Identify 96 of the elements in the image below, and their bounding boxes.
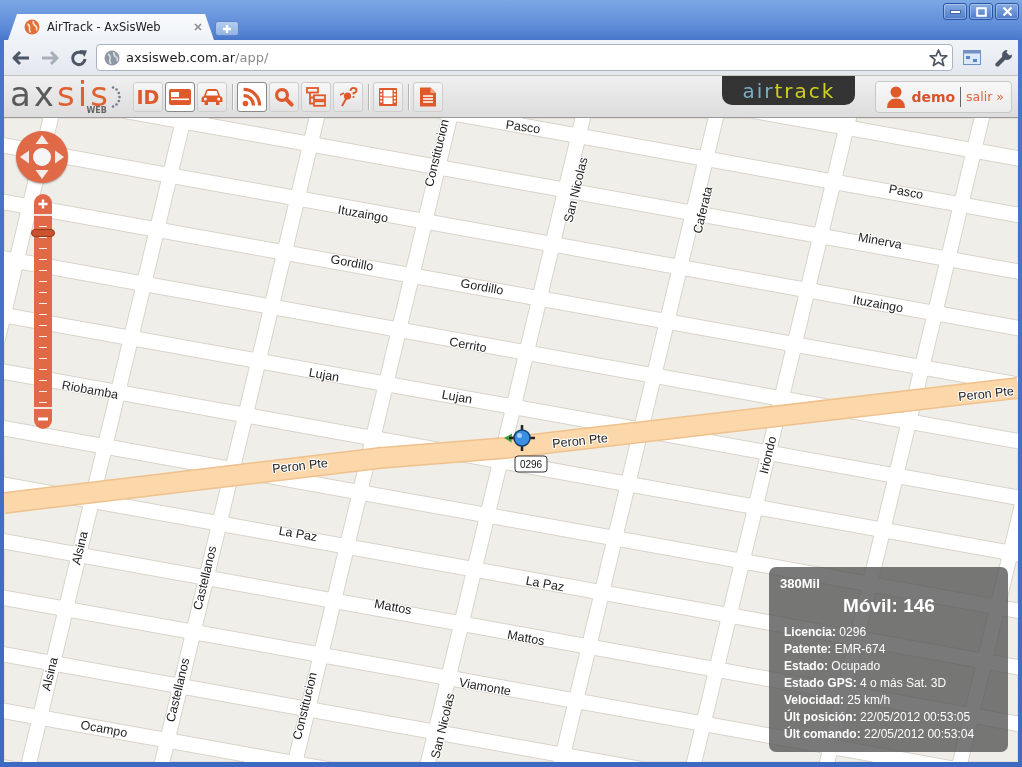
arrow-right-icon[interactable] [55, 150, 64, 164]
tree-button[interactable] [300, 81, 331, 112]
detail-row-text: Últ comando: 22/05/2012 00:53:04 [784, 726, 976, 743]
card-button[interactable] [164, 81, 195, 112]
detail-row-text: Licencia: 0296 [784, 624, 868, 641]
street-label: Alsina [69, 529, 91, 567]
street-label: Viamonte [457, 675, 513, 699]
brand-logo: airtrack [722, 76, 856, 105]
globe-favicon-icon [24, 19, 40, 35]
info-header: 380Mil [780, 576, 821, 592]
city-block [4, 718, 31, 762]
maximize-icon [975, 6, 987, 17]
card-icon [168, 88, 191, 105]
dots-arc-icon [110, 85, 121, 108]
plus-icon [38, 199, 48, 209]
street-label: Iriondo [756, 434, 780, 476]
car-icon [200, 88, 223, 105]
info-title: Móvil: 146 [842, 594, 936, 618]
wrench-icon[interactable] [995, 48, 1013, 67]
detail-row-text: Velocidad: 25 km/h [784, 692, 892, 709]
close-icon[interactable] [194, 23, 202, 31]
document-button[interactable] [412, 81, 443, 112]
city-block [4, 548, 70, 601]
detail-row-text: Últ posición: 22/05/2012 00:53:05 [784, 709, 972, 726]
film-button[interactable] [372, 81, 403, 112]
city-block [4, 605, 57, 655]
street-label: Ituzaingo [851, 292, 905, 316]
street-label: Peron Pte [957, 384, 1015, 404]
street-label: Mattos [373, 596, 413, 618]
street-label: Alsina [39, 655, 61, 693]
rss-icon [241, 86, 262, 107]
street-label: Ituzaingo [336, 202, 390, 226]
feed-button[interactable] [236, 81, 267, 112]
zoom-in-button[interactable] [34, 194, 52, 216]
arrow-up-icon[interactable] [35, 135, 49, 144]
street-label: San Nicolas [561, 155, 591, 225]
street-label: Pasco [504, 118, 542, 137]
car-button[interactable] [196, 81, 227, 112]
zoom-slider-handle[interactable] [31, 228, 55, 237]
new-tab-button[interactable] [215, 21, 239, 36]
globe-icon [104, 49, 120, 66]
browser-tab[interactable]: AirTrack - AxSisWeb [8, 14, 214, 40]
street-label: San Nicolas [428, 691, 458, 761]
film-icon [377, 86, 398, 107]
close-button[interactable] [995, 3, 1019, 20]
circle-icon[interactable] [33, 148, 51, 166]
window-icon[interactable] [963, 50, 981, 65]
username-text: demo [911, 88, 956, 105]
city-block [1006, 561, 1018, 604]
back-icon[interactable] [12, 49, 30, 66]
search-button[interactable] [268, 81, 299, 112]
city-block [969, 158, 1018, 208]
street-label: Mattos [506, 627, 546, 649]
reload-icon[interactable] [70, 48, 88, 67]
street-label: Riobamba [60, 378, 120, 402]
street-label: Peron Pte [551, 431, 609, 451]
street-label: Minerva [856, 230, 904, 252]
street-label: Pasco [887, 182, 925, 202]
plus-icon [222, 23, 232, 34]
maximize-button[interactable] [969, 3, 993, 20]
zoom-out-button[interactable] [34, 407, 52, 429]
close-icon [1001, 6, 1013, 17]
detail-row-text: Estado GPS: 4 o más Sat. 3D [784, 675, 948, 692]
street-label: Caferata [690, 185, 716, 235]
vehicle-tag: 0296 [514, 455, 548, 473]
city-block [956, 213, 1018, 265]
minus-icon [38, 417, 48, 421]
user-icon [886, 85, 907, 108]
city-block [4, 661, 44, 709]
search-icon [273, 86, 294, 107]
street-label: Gordillo [459, 276, 505, 298]
forward-icon[interactable] [41, 49, 59, 66]
street-label: Cerrito [448, 334, 488, 356]
pin-icon [337, 86, 358, 107]
detail-row-text: Estado: Ocupado [784, 658, 882, 675]
city-block [834, 755, 873, 762]
document-icon [418, 86, 437, 107]
arrow-down-icon[interactable] [35, 170, 49, 179]
minimize-icon [949, 9, 961, 14]
street-label: Gordillo [329, 252, 375, 274]
arrow-left-icon[interactable] [20, 150, 29, 164]
vehicle-marker-icon[interactable] [504, 423, 537, 453]
address-bar[interactable]: axsisweb.com.ar/app/ [96, 44, 953, 71]
street-label: Peron Pte [271, 456, 329, 476]
street-label: Lujan [440, 387, 474, 407]
city-block [4, 209, 21, 253]
street-label: Ocampo [79, 717, 129, 741]
pin-button[interactable] [332, 81, 363, 112]
star-icon[interactable] [929, 48, 948, 67]
detail-row-text: Patente: EMR-674 [784, 641, 887, 658]
street-label: La Paz [524, 573, 566, 595]
street-label: Lujan [307, 365, 341, 385]
zoom-slider-track[interactable] [31, 216, 55, 407]
tree-icon [305, 86, 326, 107]
street-label: La Paz [277, 523, 319, 545]
minimize-button[interactable] [943, 3, 967, 20]
